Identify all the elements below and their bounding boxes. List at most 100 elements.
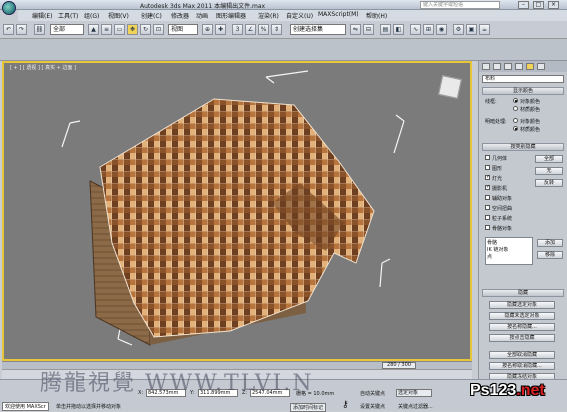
category-bones-checkbox[interactable]: [485, 225, 490, 230]
redo-icon[interactable]: ↷: [16, 24, 27, 35]
layer-icon[interactable]: ▤: [380, 24, 391, 35]
hide-rollout[interactable]: 隐藏: [482, 289, 564, 297]
spinner-snap-icon[interactable]: ⇕: [271, 24, 282, 35]
tab-display-icon[interactable]: [526, 63, 534, 70]
reference-coord-dropdown[interactable]: 视图: [168, 24, 198, 35]
category-none-button[interactable]: 无: [535, 167, 563, 175]
select-move-icon[interactable]: ✥: [127, 24, 138, 35]
schematic-icon[interactable]: ⊞: [423, 24, 434, 35]
viewport-scene: [61, 70, 405, 346]
ribbon-strip: [0, 39, 567, 61]
category-particles-checkbox[interactable]: [485, 215, 490, 220]
maximize-button[interactable]: □: [533, 1, 544, 9]
display-color-rollout[interactable]: 显示颜色: [482, 87, 564, 95]
snap-icon[interactable]: 3: [232, 24, 243, 35]
percent-snap-icon[interactable]: %: [258, 24, 269, 35]
tab-utilities-icon[interactable]: [537, 63, 545, 70]
watermark-right-tld: .net: [516, 382, 545, 399]
material-editor-icon[interactable]: ◉: [436, 24, 447, 35]
search-input[interactable]: 键入关键字或短语: [420, 1, 500, 9]
menu-create[interactable]: 创建(C): [141, 11, 162, 20]
hide-by-category-rollout[interactable]: 按类别隐藏: [482, 143, 564, 151]
object-name-field[interactable]: 布料: [482, 75, 564, 83]
command-panel-tabs: [479, 61, 567, 72]
pivot-icon[interactable]: ⊕: [202, 24, 213, 35]
menu-help[interactable]: 帮助(H): [366, 11, 387, 20]
category-lights-label: 灯光: [492, 176, 503, 182]
category-shapes-checkbox[interactable]: [485, 165, 490, 170]
category-cameras-label: 摄影机: [492, 186, 508, 192]
category-lights-checkbox[interactable]: [485, 174, 490, 180]
category-all-button[interactable]: 全部: [535, 155, 563, 163]
named-selection-dropdown[interactable]: 创建选择集: [290, 24, 346, 35]
minimize-button[interactable]: –: [518, 1, 529, 9]
maxscript-listener[interactable]: 欢迎使用 MAXScr: [2, 402, 49, 411]
close-button[interactable]: ×: [548, 1, 559, 9]
time-slider-thumb[interactable]: 280 / 300: [382, 362, 416, 369]
align-icon[interactable]: ⊟: [363, 24, 374, 35]
wireframe-obj-color-radio[interactable]: [513, 98, 518, 103]
category-spacewarps-label: 空间扭曲: [492, 206, 513, 212]
menu-graph-editors[interactable]: 图形编辑器: [216, 11, 246, 20]
select-object-icon[interactable]: ▲: [88, 24, 99, 35]
list-item[interactable]: IK 链对象: [487, 246, 531, 253]
menu-modifiers[interactable]: 修改器: [171, 11, 189, 20]
graphite-icon[interactable]: ◧: [393, 24, 404, 35]
wireframe-mat-color-radio[interactable]: [513, 106, 518, 111]
menu-maxscript[interactable]: MAXScript(M): [318, 11, 359, 18]
unhide-by-name-button[interactable]: 按名称取消隐藏...: [489, 362, 555, 370]
hide-by-hit-button[interactable]: 按点击隐藏: [489, 334, 555, 342]
link-icon[interactable]: ⛓: [34, 24, 45, 35]
add-button[interactable]: 添加: [537, 239, 563, 247]
perspective-viewport[interactable]: [ + ] [ 透视 ] [ 真实 + 边面 ]: [2, 61, 472, 361]
category-listbox[interactable]: 骨骼 IK 链对象 点: [485, 237, 533, 265]
curve-editor-icon[interactable]: ∿: [410, 24, 421, 35]
key-filters-button[interactable]: 关键点过滤器...: [398, 403, 433, 410]
category-cameras-checkbox[interactable]: [485, 184, 490, 190]
select-by-name-icon[interactable]: ≡: [101, 24, 112, 35]
rect-selection-icon[interactable]: ▭: [114, 24, 125, 35]
category-geometry-checkbox[interactable]: [485, 155, 490, 160]
key-mode-dropdown[interactable]: 选定对象: [396, 389, 432, 397]
hide-selected-button[interactable]: 隐藏选定对象: [489, 301, 555, 309]
tab-hierarchy-icon[interactable]: [504, 63, 512, 70]
tab-create-icon[interactable]: [482, 63, 490, 70]
menu-group[interactable]: 组(G): [84, 11, 99, 20]
menu-tools[interactable]: 工具(T): [58, 11, 78, 20]
menu-animation[interactable]: 动画: [196, 11, 208, 20]
list-item[interactable]: 骨骼: [487, 239, 531, 246]
category-particles-label: 粒子系统: [492, 216, 513, 222]
menu-customize[interactable]: 自定义(U): [286, 11, 313, 20]
mirror-icon[interactable]: ⇋: [350, 24, 361, 35]
render-setup-icon[interactable]: ⚙: [453, 24, 464, 35]
app-logo-icon[interactable]: [2, 1, 16, 15]
manipulate-icon[interactable]: ✚: [215, 24, 226, 35]
menu-rendering[interactable]: 渲染(R): [258, 11, 279, 20]
tab-modify-icon[interactable]: [493, 63, 501, 70]
hide-by-name-button[interactable]: 按名称隐藏...: [489, 323, 555, 331]
select-rotate-icon[interactable]: ↻: [140, 24, 151, 35]
viewcube-icon[interactable]: [438, 75, 462, 99]
shaded-mat-color-radio[interactable]: [513, 126, 518, 131]
category-spacewarps-checkbox[interactable]: [485, 205, 490, 210]
key-icon[interactable]: ⚷: [342, 400, 349, 410]
shaded-obj-color-radio[interactable]: [513, 118, 518, 123]
render-icon[interactable]: ☕: [479, 24, 490, 35]
tab-motion-icon[interactable]: [515, 63, 523, 70]
select-scale-icon[interactable]: ⊡: [153, 24, 164, 35]
hide-unselected-button[interactable]: 隐藏未选定对象: [489, 312, 555, 320]
set-key-button[interactable]: 设置关键点: [360, 403, 385, 410]
category-invert-button[interactable]: 反转: [535, 179, 563, 187]
wireframe-mat-color-label: 材质颜色: [520, 107, 541, 113]
remove-button[interactable]: 移除: [537, 251, 563, 259]
angle-snap-icon[interactable]: ∠: [245, 24, 256, 35]
selection-filter-dropdown[interactable]: 全部: [50, 24, 84, 35]
render-frame-icon[interactable]: ▣: [466, 24, 477, 35]
list-item[interactable]: 点: [487, 253, 531, 260]
category-helpers-checkbox[interactable]: [485, 195, 490, 200]
menu-views[interactable]: 视图(V): [108, 11, 129, 20]
unhide-all-button[interactable]: 全部取消隐藏: [489, 351, 555, 359]
auto-key-button[interactable]: 自动关键点: [360, 390, 385, 397]
undo-icon[interactable]: ↶: [3, 24, 14, 35]
menu-edit[interactable]: 编辑(E): [32, 11, 52, 20]
